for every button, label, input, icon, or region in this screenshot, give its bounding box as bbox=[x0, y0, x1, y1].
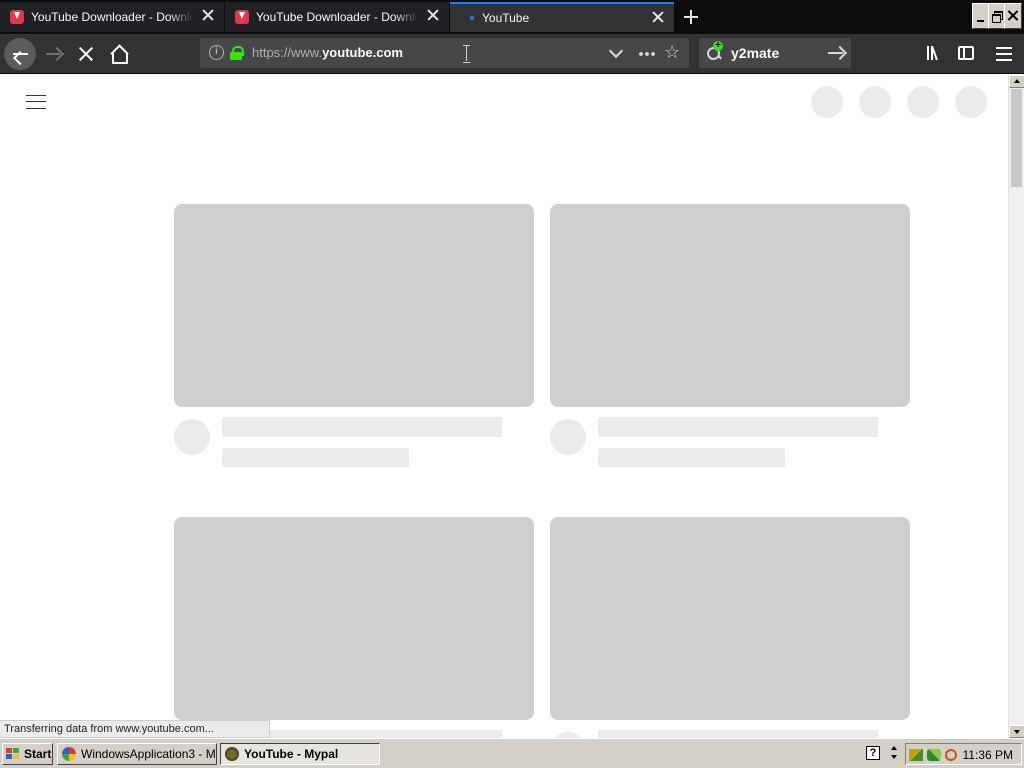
title-line-placeholder bbox=[598, 730, 878, 738]
clock[interactable]: 11:36 PM bbox=[963, 748, 1013, 762]
system-tray: 11:36 PM bbox=[905, 743, 1022, 765]
scrollbar-thumb[interactable] bbox=[1011, 89, 1022, 187]
taskbar-item-windowsapplication3[interactable]: WindowsApplication3 - Mi... bbox=[57, 743, 217, 765]
taskbar-item-label: WindowsApplication3 - Mi... bbox=[81, 747, 217, 761]
scroll-up-icon[interactable] bbox=[1009, 75, 1024, 88]
search-tool-icon[interactable] bbox=[945, 749, 957, 761]
sidebar-toggle-icon[interactable] bbox=[958, 46, 974, 60]
header-placeholder-circle bbox=[859, 86, 891, 118]
thumbnail-placeholder bbox=[174, 204, 534, 407]
page-actions-icon[interactable] bbox=[638, 52, 656, 56]
desktop: YouTube Downloader - Download YouTube Do… bbox=[0, 0, 1024, 768]
tab-title: YouTube Downloader - Download bbox=[31, 10, 193, 24]
thumbnail-placeholder bbox=[550, 517, 910, 720]
nav-toolbar: i https://www.youtube.com ☆ + y2mate bbox=[0, 34, 1024, 74]
tab-youtube[interactable]: YouTube bbox=[450, 2, 674, 32]
status-text: Transferring data from www.youtube.com..… bbox=[0, 720, 270, 738]
tab-youtube-downloader-2[interactable]: YouTube Downloader - Download bbox=[225, 2, 449, 32]
tab-title: YouTube bbox=[482, 11, 530, 25]
tab-strip: YouTube Downloader - Download YouTube Do… bbox=[0, 0, 1024, 34]
taskbar-item-mypal[interactable]: YouTube - Mypal bbox=[220, 743, 380, 765]
shield-icon[interactable] bbox=[927, 749, 941, 761]
help-icon[interactable]: ? bbox=[866, 746, 880, 760]
text-cursor-icon bbox=[463, 45, 471, 63]
taskbar: Start WindowsApplication3 - Mi... YouTub… bbox=[0, 738, 1024, 768]
new-tab-icon[interactable] bbox=[680, 6, 702, 28]
close-tab-icon[interactable] bbox=[652, 11, 664, 23]
url-text[interactable]: https://www.youtube.com bbox=[252, 45, 403, 60]
padlock-icon[interactable] bbox=[230, 46, 244, 60]
title-line-placeholder bbox=[598, 417, 878, 437]
back-arrow-icon[interactable] bbox=[4, 38, 36, 70]
download-favicon-icon bbox=[10, 10, 24, 24]
close-tab-icon[interactable] bbox=[427, 9, 439, 21]
tray-scroll-icon[interactable] bbox=[889, 745, 899, 761]
taskbar-item-label: YouTube - Mypal bbox=[244, 747, 339, 761]
search-input[interactable]: + y2mate bbox=[699, 38, 851, 68]
thumbnail-placeholder bbox=[174, 517, 534, 720]
meta-line-placeholder bbox=[598, 448, 785, 467]
scroll-down-icon[interactable] bbox=[1009, 725, 1024, 738]
avatar-placeholder bbox=[550, 419, 586, 455]
home-icon[interactable] bbox=[106, 42, 130, 66]
page-content bbox=[0, 75, 1008, 738]
hamburger-menu-icon[interactable] bbox=[996, 47, 1012, 61]
vertical-scrollbar[interactable] bbox=[1008, 75, 1024, 738]
forward-arrow-icon[interactable] bbox=[42, 42, 66, 66]
chevron-down-icon[interactable] bbox=[608, 43, 624, 59]
network-icon[interactable] bbox=[909, 749, 923, 761]
video-card-placeholder bbox=[550, 517, 910, 738]
guide-menu-icon[interactable] bbox=[26, 95, 46, 109]
avatar-placeholder bbox=[174, 419, 210, 455]
meta-line-placeholder bbox=[222, 448, 409, 467]
add-search-engine-icon: + bbox=[713, 41, 723, 51]
title-line-placeholder bbox=[222, 417, 502, 437]
start-button[interactable]: Start bbox=[2, 743, 53, 765]
header-placeholder-circle bbox=[955, 86, 987, 118]
download-favicon-icon bbox=[235, 10, 249, 24]
stop-loading-icon[interactable] bbox=[74, 42, 98, 66]
url-bar[interactable]: i https://www.youtube.com ☆ bbox=[200, 38, 689, 68]
bookmark-star-icon[interactable]: ☆ bbox=[664, 43, 680, 61]
site-info-icon[interactable]: i bbox=[209, 45, 224, 60]
close-window-button[interactable] bbox=[1004, 3, 1022, 29]
thumbnail-placeholder bbox=[550, 204, 910, 407]
app-icon bbox=[62, 747, 76, 761]
library-icon[interactable] bbox=[926, 46, 942, 62]
video-card-placeholder bbox=[550, 204, 910, 467]
loading-dot-icon bbox=[470, 16, 474, 20]
header-placeholder-circle bbox=[811, 86, 843, 118]
start-label: Start bbox=[24, 747, 52, 761]
close-tab-icon[interactable] bbox=[202, 9, 214, 21]
video-card-placeholder bbox=[174, 517, 534, 738]
tab-title: YouTube Downloader - Download bbox=[256, 10, 418, 24]
video-card-placeholder bbox=[174, 204, 534, 467]
mypal-browser-icon bbox=[225, 747, 239, 761]
search-go-arrow-icon[interactable] bbox=[827, 46, 845, 60]
windows-logo-icon bbox=[6, 747, 21, 761]
tab-youtube-downloader-1[interactable]: YouTube Downloader - Download bbox=[0, 2, 224, 32]
search-query[interactable]: y2mate bbox=[731, 45, 779, 61]
header-placeholder-circle bbox=[907, 86, 939, 118]
